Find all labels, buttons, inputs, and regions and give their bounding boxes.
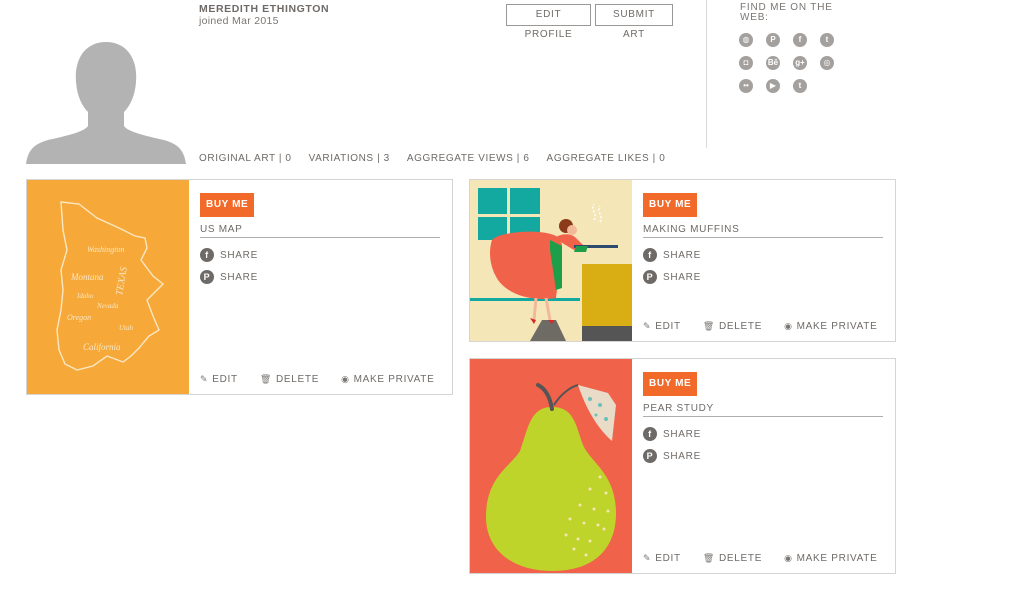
share-label: SHARE [663,450,701,462]
artwork-title[interactable]: PEAR STUDY [643,403,883,417]
artwork-actions: ✎ EDIT 🗑 DELETE ◉ MAKE PRIVATE [200,374,434,385]
artwork-card: BUY ME MAKING MUFFINS f SHARE P SHARE ✎ … [469,179,896,342]
edit-label: EDIT [655,553,681,564]
facebook-icon: f [643,427,657,441]
share-pinterest-link[interactable]: P SHARE [200,270,258,284]
share-pinterest-link[interactable]: P SHARE [643,270,701,284]
buy-me-button[interactable]: BUY ME [200,193,255,217]
stat-variations[interactable]: VARIATIONS | 3 [309,153,390,164]
youtube-icon[interactable]: ▶ [766,79,780,93]
trash-icon: 🗑 [702,321,715,331]
edit-button[interactable]: ✎ EDIT [643,553,681,564]
delete-button[interactable]: 🗑 DELETE [703,321,762,332]
delete-label: DELETE [275,374,320,385]
artwork-info: BUY ME US MAP f SHARE P SHARE ✎ EDIT 🗑 D… [189,180,452,394]
share-label: SHARE [663,428,701,440]
google-plus-icon[interactable]: g+ [793,56,807,70]
share-facebook-link[interactable]: f SHARE [643,248,701,262]
make-private-label: MAKE PRIVATE [796,553,878,564]
share-pinterest-link[interactable]: P SHARE [643,449,701,463]
artwork-info: BUY ME MAKING MUFFINS f SHARE P SHARE ✎ … [632,180,895,341]
edit-label: EDIT [655,321,681,332]
facebook-icon[interactable]: f [793,33,807,47]
instagram-icon[interactable]: ◘ [739,56,753,70]
flickr-icon[interactable]: •• [739,79,753,93]
svg-text:Nevada: Nevada [96,302,119,310]
artwork-card: BUY ME PEAR STUDY f SHARE P SHARE ✎ EDIT… [469,358,896,574]
eye-icon: ◉ [784,321,793,331]
pinterest-icon[interactable]: P [766,33,780,47]
edit-label: EDIT [212,374,238,385]
avatar [26,40,186,164]
pinterest-icon: P [200,270,214,284]
svg-text:Utah: Utah [119,324,134,332]
avatar-silhouette-icon [26,42,186,164]
svg-text:Oregon: Oregon [67,313,91,322]
buy-me-button[interactable]: BUY ME [643,193,698,217]
make-private-label: MAKE PRIVATE [353,374,435,385]
make-private-button[interactable]: ◉ MAKE PRIVATE [784,553,877,564]
svg-text:Idaho: Idaho [76,292,94,300]
facebook-icon: f [643,248,657,262]
eye-icon: ◉ [341,374,350,384]
twitter-icon[interactable]: t [820,33,834,47]
facebook-icon: f [200,248,214,262]
profile-stats: ORIGINAL ART | 0 VARIATIONS | 3 AGGREGAT… [199,153,665,164]
delete-label: DELETE [718,321,763,332]
artwork-image-us-map[interactable]: Washington Montana TEXAS California Oreg… [27,180,189,394]
svg-text:Washington: Washington [87,245,125,254]
make-private-button[interactable]: ◉ MAKE PRIVATE [784,321,877,332]
share-label: SHARE [220,249,258,261]
trash-icon: 🗑 [259,374,272,384]
delete-button[interactable]: 🗑 DELETE [260,374,319,385]
website-icon[interactable]: ◍ [739,33,753,47]
share-label: SHARE [663,271,701,283]
share-facebook-link[interactable]: f SHARE [200,248,258,262]
pinterest-icon: P [643,270,657,284]
find-me-title: FIND ME ON THE WEB: [740,2,833,23]
edit-button[interactable]: ✎ EDIT [643,321,681,332]
share-facebook-link[interactable]: f SHARE [643,427,701,441]
behance-icon[interactable]: Bē [766,56,780,70]
share-label: SHARE [220,271,258,283]
edit-button[interactable]: ✎ EDIT [200,374,238,385]
stat-aggregate-views: AGGREGATE VIEWS | 6 [406,153,530,164]
stat-original-art[interactable]: ORIGINAL ART | 0 [199,153,292,164]
social-links: ◍ P f t ◘ Bē g+ ◎ •• ▶ t [739,33,849,93]
artwork-image-pear-study[interactable] [470,359,632,573]
pencil-icon: ✎ [643,321,652,331]
artwork-card: Washington Montana TEXAS California Oreg… [26,179,453,395]
svg-text:California: California [83,342,121,352]
pencil-icon: ✎ [200,374,209,384]
artwork-title[interactable]: MAKING MUFFINS [643,224,883,238]
profile-name: MEREDITH ETHINGTON [199,3,330,15]
dribbble-icon[interactable]: ◎ [820,56,834,70]
make-private-button[interactable]: ◉ MAKE PRIVATE [341,374,434,385]
svg-text:Montana: Montana [70,272,104,282]
trash-icon: 🗑 [702,553,715,563]
pinterest-icon: P [643,449,657,463]
pencil-icon: ✎ [643,553,652,563]
vertical-divider [706,0,707,148]
edit-profile-button[interactable]: EDIT PROFILE [506,4,591,40]
buy-me-button[interactable]: BUY ME [643,372,698,396]
stat-aggregate-likes: AGGREGATE LIKES | 0 [546,153,666,164]
profile-joined-date: joined Mar 2015 [199,15,279,27]
tumblr-icon[interactable]: t [793,79,807,93]
artwork-title[interactable]: US MAP [200,224,440,238]
make-private-label: MAKE PRIVATE [796,321,878,332]
artwork-actions: ✎ EDIT 🗑 DELETE ◉ MAKE PRIVATE [643,553,877,564]
artwork-actions: ✎ EDIT 🗑 DELETE ◉ MAKE PRIVATE [643,321,877,332]
delete-button[interactable]: 🗑 DELETE [703,553,762,564]
submit-art-button[interactable]: SUBMIT ART [595,4,673,40]
share-label: SHARE [663,249,701,261]
eye-icon: ◉ [784,553,793,563]
artwork-info: BUY ME PEAR STUDY f SHARE P SHARE ✎ EDIT… [632,359,895,573]
artwork-image-making-muffins[interactable] [470,180,632,341]
delete-label: DELETE [718,553,763,564]
